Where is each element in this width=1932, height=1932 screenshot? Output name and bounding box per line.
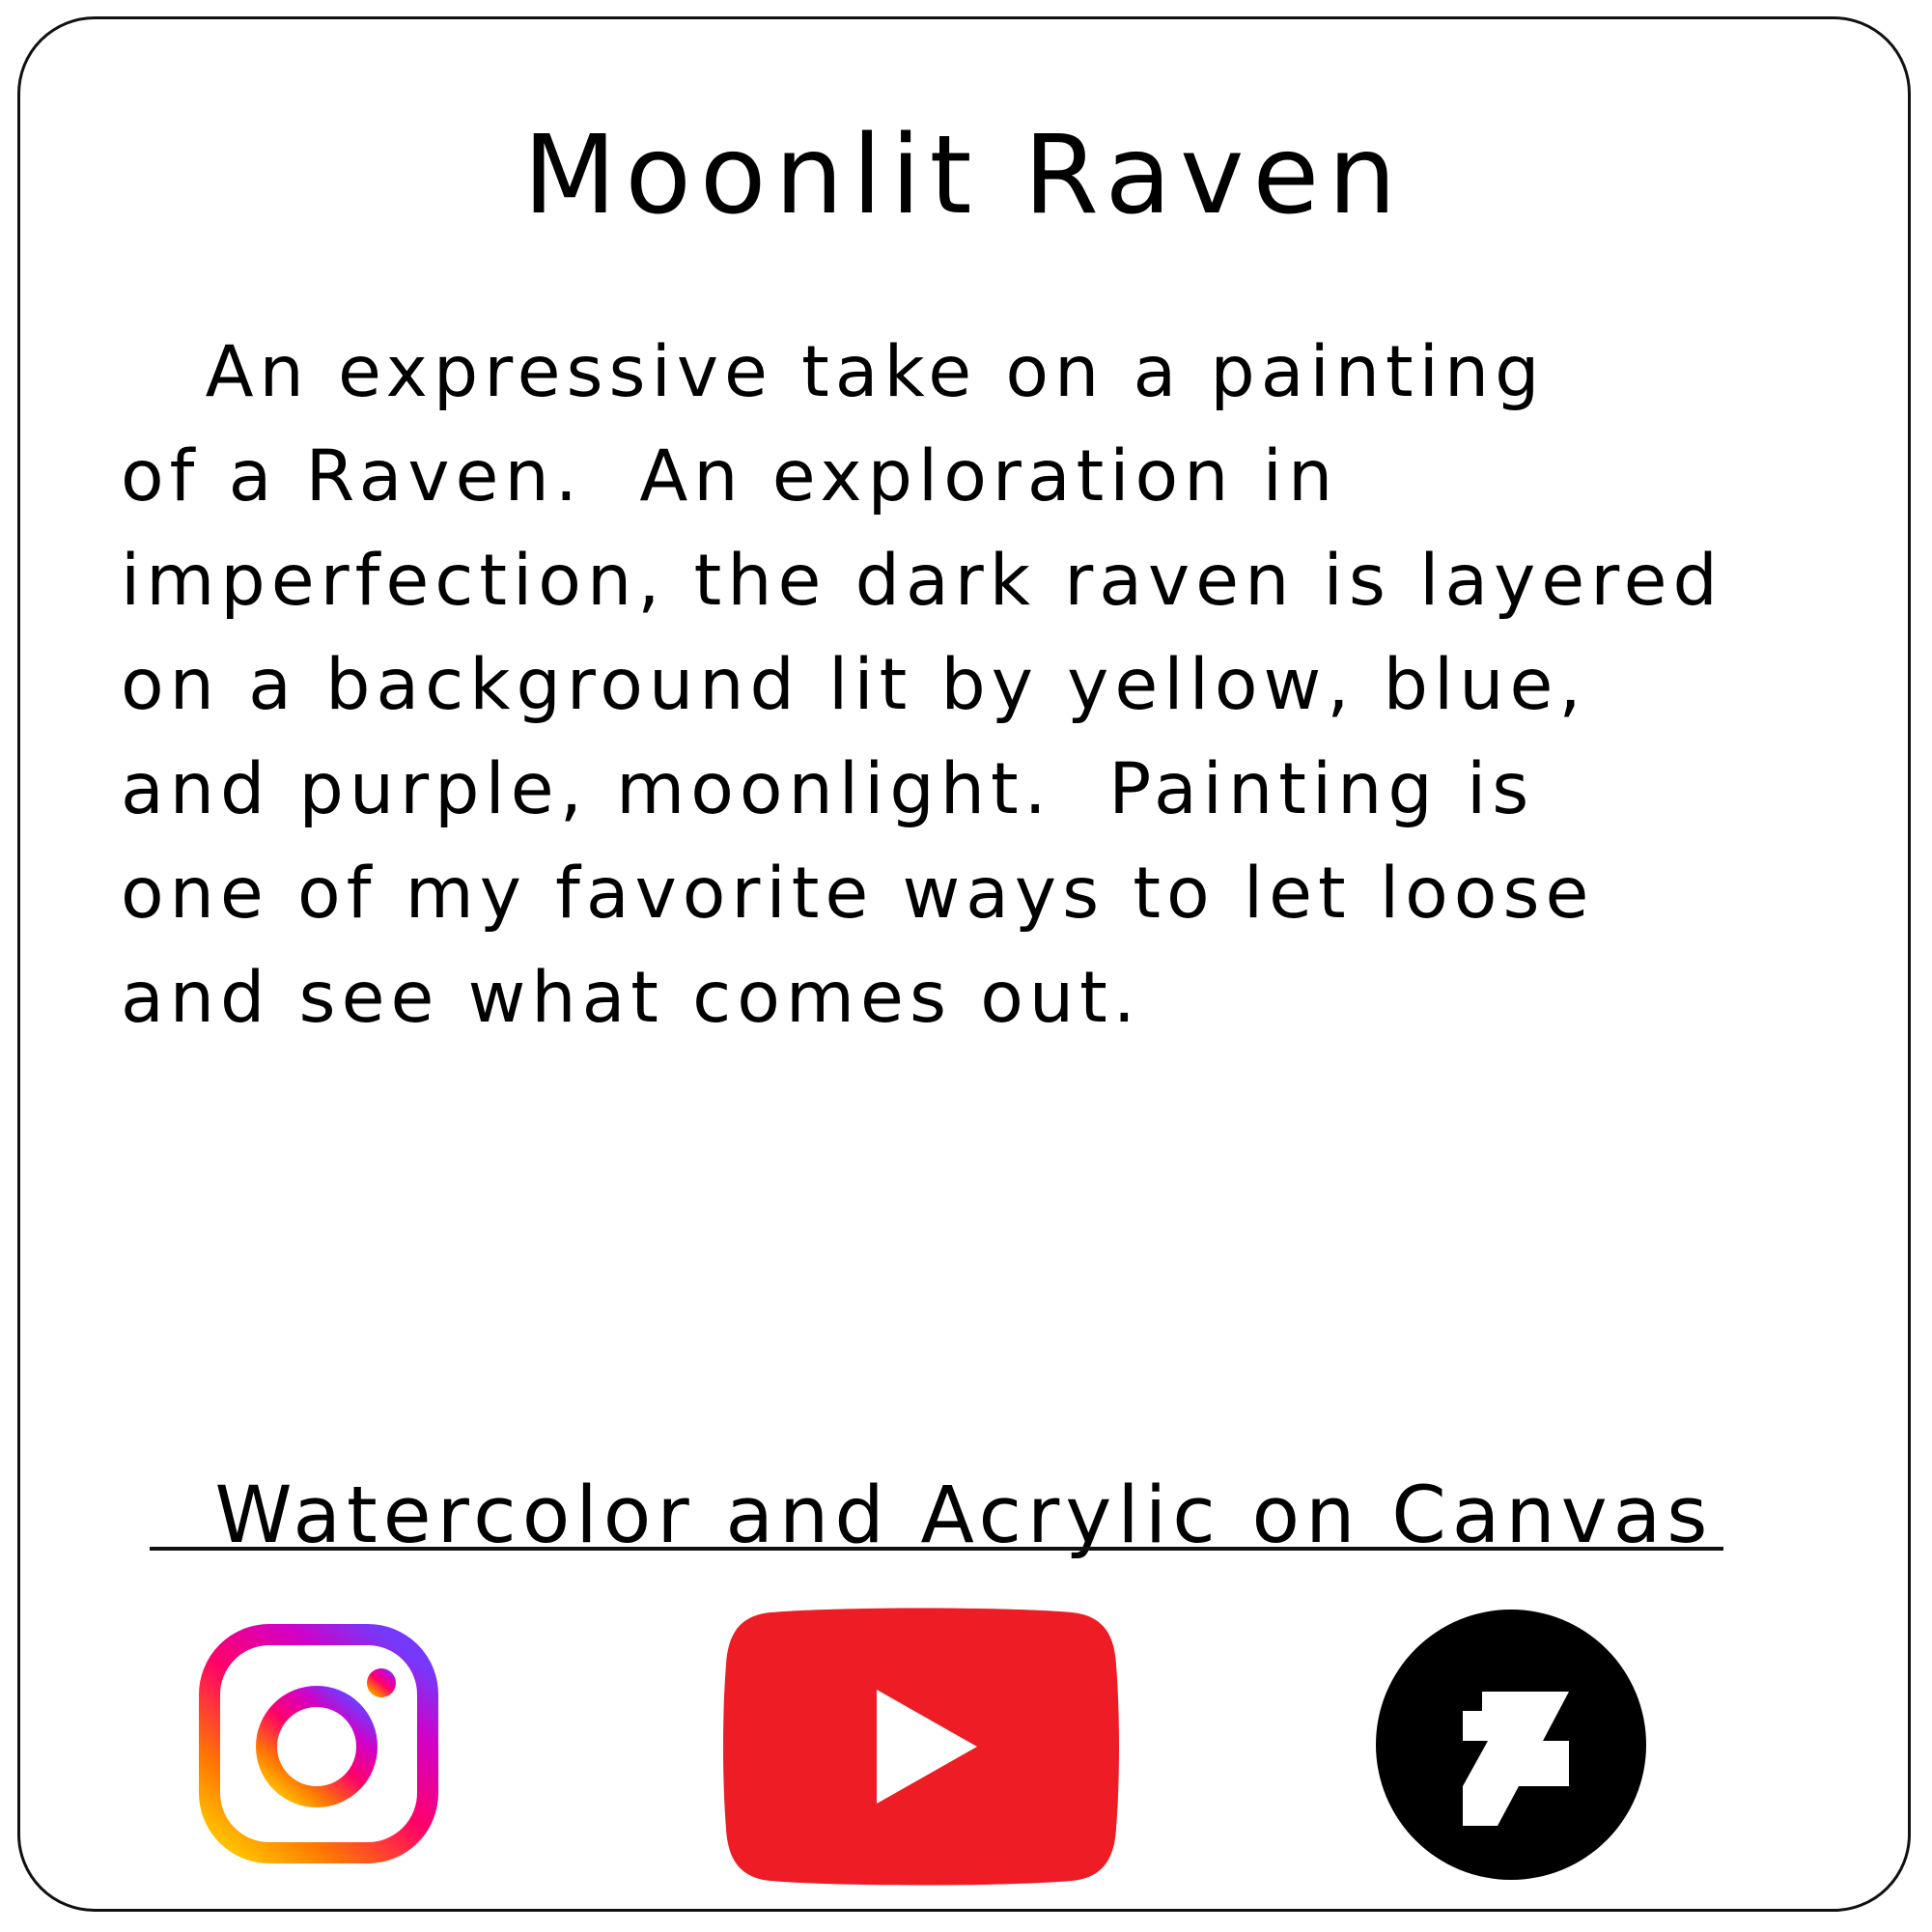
description-line: and purple, moonlight. Painting is — [121, 748, 1535, 830]
description-line: imperfection, the dark raven is layered — [121, 540, 1723, 622]
deviantart-link[interactable] — [1374, 1608, 1648, 1882]
description-line: An expressive take on a painting — [121, 331, 1546, 413]
instagram-link[interactable] — [198, 1623, 439, 1864]
artwork-medium: Watercolor and Acrylic on Canvas — [214, 1470, 1714, 1561]
description-line: of a Raven. An exploration in — [121, 435, 1339, 518]
instagram-icon — [199, 1624, 438, 1863]
description-line: one of my favorite ways to let loose — [121, 853, 1595, 935]
youtube-icon — [723, 1608, 1119, 1886]
youtube-link[interactable] — [722, 1607, 1120, 1887]
artwork-description: An expressive take on a painting of a Ra… — [121, 321, 1859, 1050]
deviantart-icon — [1376, 1610, 1646, 1880]
divider — [150, 1547, 1723, 1551]
description-line: and see what comes out. — [121, 957, 1141, 1039]
description-line: on a background lit by yellow, blue, — [121, 644, 1587, 726]
artwork-title: Moonlit Raven — [522, 113, 1406, 238]
